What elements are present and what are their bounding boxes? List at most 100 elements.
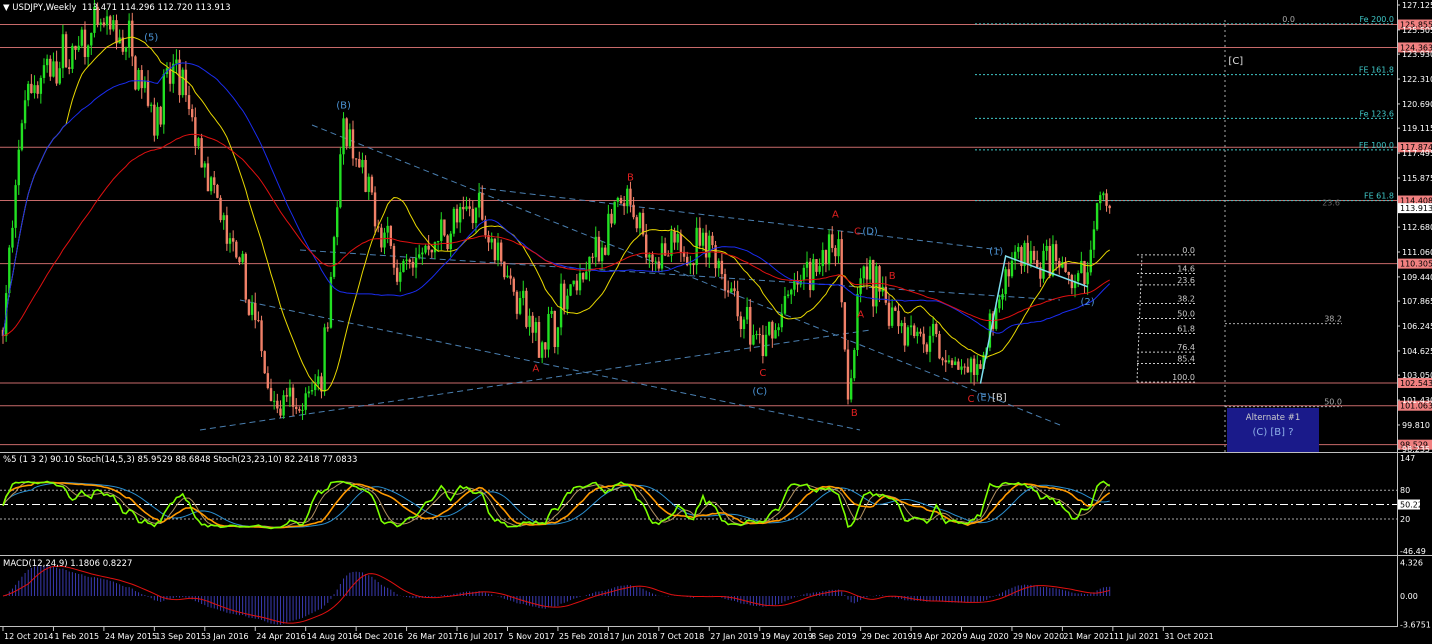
sma-50-line bbox=[2, 62, 1111, 337]
date-axis-label: 21 Mar 2021 bbox=[1063, 632, 1114, 641]
candle-body bbox=[449, 233, 452, 250]
candle-body bbox=[764, 334, 768, 356]
price-axis-label: 101.430 bbox=[1402, 396, 1432, 405]
candle-body bbox=[572, 280, 575, 285]
candle-body bbox=[373, 192, 377, 227]
price-axis-label: 99.810 bbox=[1402, 421, 1430, 430]
candle-body bbox=[83, 29, 87, 57]
candle-body bbox=[969, 358, 973, 373]
fib-extension-label: Fe 200.0 bbox=[1359, 15, 1394, 24]
candle-body bbox=[1010, 260, 1014, 277]
candle-body bbox=[361, 159, 364, 168]
candle-body bbox=[840, 239, 843, 303]
candle-body bbox=[941, 358, 944, 361]
candle-body bbox=[890, 307, 894, 326]
candle-body bbox=[225, 215, 229, 244]
candle-body bbox=[55, 61, 58, 84]
candle-body bbox=[626, 188, 629, 207]
candle-body bbox=[783, 296, 787, 314]
trend-channel-line bbox=[299, 249, 1061, 301]
candle-body bbox=[622, 203, 626, 207]
chart-canvas[interactable]: Fe 200.0 FE 161.8 Fe 123.6 FE 100.0 FE 61.8 0… bbox=[0, 0, 1432, 644]
candle-body bbox=[1105, 193, 1108, 206]
candle-body bbox=[153, 104, 156, 136]
candle-body bbox=[42, 65, 46, 78]
date-axis-label: 4 Dec 2016 bbox=[357, 632, 403, 641]
candle-body bbox=[739, 316, 743, 329]
candle-body bbox=[717, 260, 720, 269]
candle-body bbox=[468, 206, 471, 209]
candle-body bbox=[950, 360, 954, 365]
candle-body bbox=[808, 261, 812, 291]
fib-extension-label: FE 100.0 bbox=[1359, 141, 1394, 150]
candle-body bbox=[708, 235, 711, 258]
candle-body bbox=[701, 232, 705, 246]
sma-200-line bbox=[2, 133, 1110, 337]
date-axis-label: 19 May 2019 bbox=[761, 632, 813, 641]
candle-body bbox=[159, 106, 162, 125]
candle-body bbox=[336, 207, 339, 238]
wave-label: (2) bbox=[1081, 297, 1095, 308]
menu-triangle-icon[interactable]: ▼ bbox=[3, 3, 10, 13]
candle-body bbox=[947, 360, 951, 363]
axes: 125.855124.363117.874114.408110.305102.5… bbox=[0, 0, 1432, 641]
candle-body bbox=[872, 259, 875, 307]
price-level-label: 102.543 bbox=[1400, 379, 1432, 388]
candle-body bbox=[752, 335, 755, 345]
candle-body bbox=[436, 241, 440, 243]
candle-body bbox=[998, 299, 1001, 309]
price-axis-label: 109.440 bbox=[1402, 273, 1432, 282]
candle-body bbox=[471, 208, 474, 224]
date-axis-label: 26 Mar 2017 bbox=[408, 632, 459, 641]
candle-body bbox=[184, 69, 188, 96]
candle-body bbox=[749, 306, 752, 345]
price-pane: Fe 200.0 FE 161.8 Fe 123.6 FE 100.0 FE 61.8 0… bbox=[0, 0, 1397, 452]
sma-21-line bbox=[2, 36, 1110, 392]
candle-body bbox=[928, 335, 932, 352]
candle-body bbox=[339, 154, 342, 208]
candle-body bbox=[812, 259, 815, 291]
candle-body bbox=[181, 69, 184, 96]
candle-body bbox=[228, 238, 232, 244]
wave-label: (5) bbox=[144, 33, 158, 44]
price-axis-label: 125.505 bbox=[1402, 26, 1432, 35]
candle-body bbox=[581, 273, 585, 280]
wave-label: A bbox=[832, 210, 839, 221]
candle-body bbox=[922, 333, 925, 345]
candle-body bbox=[23, 100, 27, 124]
candle-body bbox=[553, 310, 556, 348]
candle-body bbox=[528, 315, 531, 327]
candle-body bbox=[919, 331, 922, 334]
candle-body bbox=[837, 239, 840, 257]
candle-body bbox=[14, 185, 17, 228]
candle-body bbox=[1102, 193, 1105, 196]
side-level-label: 50.0 bbox=[1324, 398, 1342, 407]
candle-body bbox=[711, 235, 714, 246]
candle-body bbox=[254, 303, 257, 321]
wave-label: A bbox=[857, 310, 864, 321]
wave-label: (B) bbox=[336, 100, 351, 111]
candle-body bbox=[976, 364, 979, 375]
wave-label: A bbox=[532, 363, 539, 374]
candle-body bbox=[112, 20, 115, 30]
wave-label: B bbox=[627, 173, 634, 184]
candle-body bbox=[20, 123, 24, 150]
price-axis-label: 122.310 bbox=[1402, 75, 1432, 84]
wave-label: [B] bbox=[992, 393, 1007, 404]
candle-body bbox=[544, 342, 547, 350]
candle-body bbox=[304, 393, 307, 410]
candle-body bbox=[64, 34, 68, 68]
candle-body bbox=[972, 358, 976, 375]
candle-body bbox=[868, 259, 872, 280]
candle-body bbox=[323, 327, 326, 392]
stochastic-pane bbox=[0, 480, 1397, 530]
candle-body bbox=[1029, 250, 1033, 264]
candle-body bbox=[698, 227, 702, 246]
candle-body bbox=[380, 227, 383, 248]
candle-body bbox=[282, 395, 285, 416]
candle-body bbox=[944, 360, 947, 363]
candle-body bbox=[597, 236, 601, 262]
last-price-label: 113.913 bbox=[1400, 204, 1432, 213]
candle-body bbox=[667, 255, 670, 257]
candle-body bbox=[771, 321, 774, 339]
